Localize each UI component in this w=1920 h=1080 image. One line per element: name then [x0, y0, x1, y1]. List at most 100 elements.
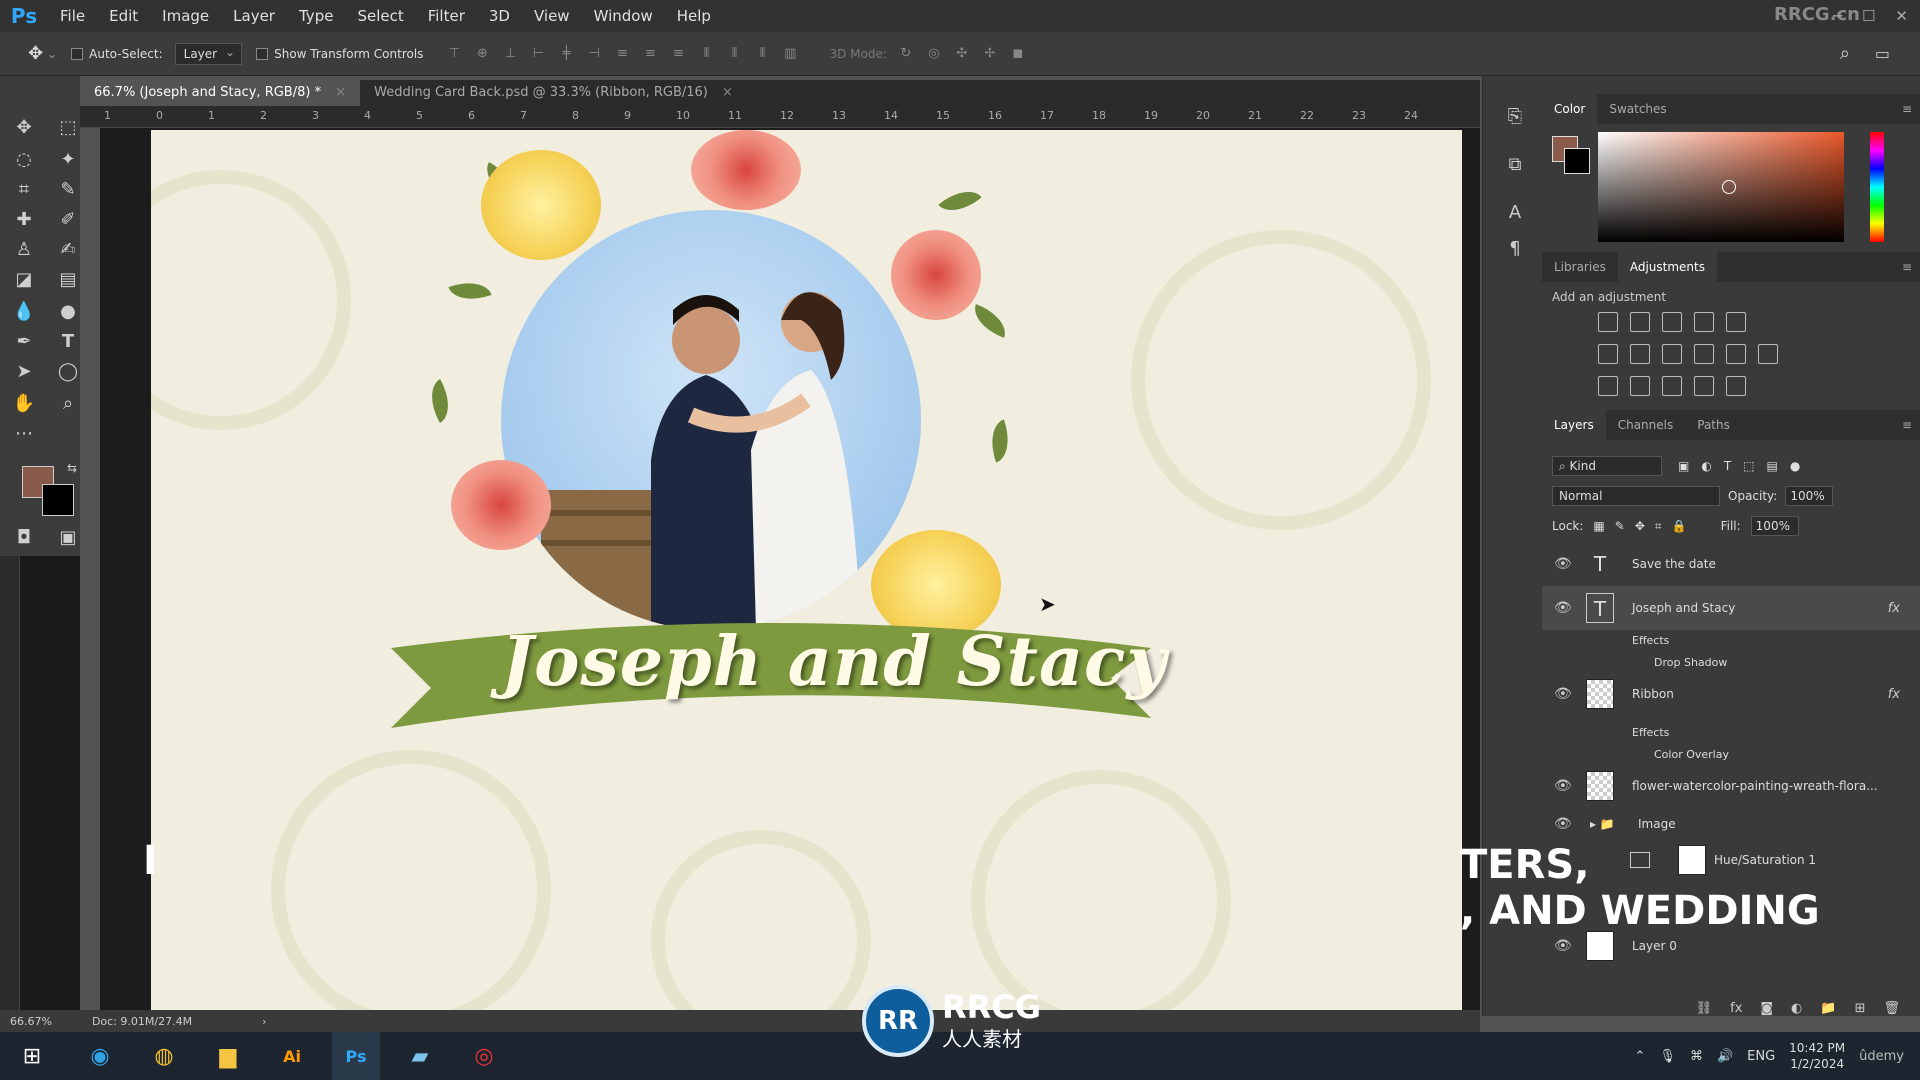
layer-fx-icon[interactable]: fx [1888, 687, 1900, 702]
posterize-icon[interactable] [1630, 376, 1650, 396]
crop-tool-icon[interactable]: ⌗ [10, 176, 38, 204]
slide-3d-icon[interactable]: ✢ [981, 45, 999, 63]
path-select-icon[interactable]: ➤ [10, 358, 38, 386]
visibility-eye-icon[interactable]: 👁 [1554, 938, 1572, 954]
clone-source-icon[interactable]: ⧉ [1503, 154, 1527, 178]
new-layer-icon[interactable]: ⊞ [1855, 1001, 1866, 1016]
panel-menu-icon[interactable]: ≡ [1902, 260, 1912, 274]
effect-color-overlay[interactable]: Color Overlay [1654, 748, 1729, 761]
layer-joseph-and-stacy[interactable]: 👁 T Joseph and Stacy fx [1542, 586, 1920, 630]
align-right-icon[interactable]: ⊣ [585, 45, 603, 63]
invert-icon[interactable] [1598, 376, 1618, 396]
photoshop-taskbar-icon[interactable]: Ps [332, 1032, 380, 1080]
tab-wedding-card-back[interactable]: Wedding Card Back.psd @ 33.3% (Ribbon, R… [360, 80, 747, 106]
maximize-icon[interactable]: ☐ [1862, 7, 1875, 25]
pen-tool-icon[interactable]: ✒ [10, 328, 38, 356]
menu-select[interactable]: Select [345, 0, 415, 32]
auto-align-icon[interactable]: ▥ [781, 45, 799, 63]
exposure-icon[interactable] [1694, 312, 1714, 332]
workspace-icon[interactable]: ▭ [1875, 44, 1890, 63]
filter-toggle-icon[interactable]: ● [1790, 459, 1800, 473]
clock[interactable]: 10:42 PM 1/2/2024 [1789, 1040, 1845, 1072]
layer-ribbon[interactable]: 👁 Ribbon fx [1542, 676, 1920, 712]
blend-mode-dropdown[interactable]: Normal [1552, 486, 1720, 506]
layer-save-the-date[interactable]: 👁 T Save the date [1542, 546, 1920, 582]
artboard-wedding-card[interactable]: Joseph and Stacy ➤ [151, 130, 1462, 1010]
tab-channels[interactable]: Channels [1606, 410, 1686, 440]
chevron-up-icon[interactable]: ⌃ [1635, 1049, 1646, 1064]
levels-icon[interactable] [1630, 312, 1650, 332]
menu-layer[interactable]: Layer [221, 0, 287, 32]
recorder-icon[interactable]: ◎ [460, 1032, 508, 1080]
link-layers-icon[interactable]: ⛓ [1696, 1001, 1713, 1016]
align-hcenter-icon[interactable]: ╪ [557, 45, 575, 63]
menu-help[interactable]: Help [665, 0, 723, 32]
align-vcenter-icon[interactable]: ⊕ [473, 45, 491, 63]
chevron-down-icon[interactable]: ⌄ [47, 47, 57, 61]
panel-menu-icon[interactable]: ≡ [1902, 102, 1912, 116]
lock-position-icon[interactable]: ✥ [1635, 519, 1645, 533]
menu-3d[interactable]: 3D [477, 0, 522, 32]
black-white-icon[interactable] [1662, 344, 1682, 364]
screen-mode-icon[interactable]: ▣ [54, 524, 82, 552]
swap-colors-icon[interactable]: ⇆ [58, 454, 86, 482]
tab-libraries[interactable]: Libraries [1542, 252, 1618, 282]
couple-name-text[interactable]: Joseph and Stacy [501, 622, 1167, 702]
filter-pixel-icon[interactable]: ▣ [1678, 459, 1689, 473]
visibility-eye-icon[interactable]: 👁 [1554, 816, 1572, 832]
illustrator-icon[interactable]: Ai [268, 1032, 316, 1080]
show-transform-checkbox[interactable]: Show Transform Controls [256, 47, 423, 61]
fill-input[interactable]: 100% [1750, 516, 1799, 536]
lock-pixels-icon[interactable]: ✎ [1615, 519, 1625, 533]
filter-type-icon[interactable]: T [1724, 459, 1731, 473]
filter-shape-icon[interactable]: ⬚ [1743, 459, 1754, 473]
lock-artboard-icon[interactable]: ⌗ [1655, 519, 1662, 534]
distribute-right-icon[interactable]: ⦀ [753, 45, 771, 63]
panel-menu-icon[interactable]: ≡ [1902, 418, 1912, 432]
auto-select-dropdown[interactable]: Layer [174, 42, 243, 65]
lock-all-icon[interactable]: 🔒 [1672, 519, 1687, 533]
visibility-eye-icon[interactable]: 👁 [1554, 686, 1572, 702]
align-bottom-icon[interactable]: ⊥ [501, 45, 519, 63]
blur-tool-icon[interactable]: 💧 [10, 298, 38, 326]
effect-drop-shadow[interactable]: Drop Shadow [1654, 656, 1727, 669]
color-lookup-icon[interactable] [1758, 344, 1778, 364]
more-tools-icon[interactable]: ⋯ [10, 420, 38, 448]
layer-group-image[interactable]: 👁 ▸ 📁 Image [1542, 806, 1920, 842]
background-color-swatch[interactable] [42, 484, 74, 516]
kind-filter-dropdown[interactable]: ⌕ Kind [1552, 456, 1662, 476]
photo-filter-icon[interactable] [1694, 344, 1714, 364]
filter-adjustment-icon[interactable]: ◐ [1701, 459, 1711, 473]
zoom-tool-icon[interactable]: ⌕ [54, 390, 82, 418]
layer-fx-icon[interactable]: fx [1888, 601, 1900, 616]
history-brush-icon[interactable]: ✍ [54, 236, 82, 264]
menu-window[interactable]: Window [582, 0, 665, 32]
checkbox-icon[interactable] [256, 47, 269, 60]
orbit-3d-icon[interactable]: ↻ [897, 45, 915, 63]
filter-smart-object-icon[interactable]: ▤ [1767, 459, 1778, 473]
zoom-level[interactable]: 66.67% [10, 1015, 52, 1028]
windows-start-icon[interactable]: ⊞ [8, 1032, 56, 1080]
channel-mixer-icon[interactable] [1726, 344, 1746, 364]
gradient-map-icon[interactable] [1726, 376, 1746, 396]
close-icon[interactable]: × [335, 85, 346, 100]
minimize-icon[interactable]: ─ [1833, 7, 1842, 25]
color-background-swatch[interactable] [1564, 148, 1590, 174]
network-icon[interactable]: ⌘ [1690, 1049, 1703, 1064]
menu-type[interactable]: Type [287, 0, 345, 32]
language-indicator[interactable]: ENG [1747, 1049, 1775, 1064]
paragraph-icon[interactable]: ¶ [1503, 238, 1527, 262]
lasso-tool-icon[interactable]: ◌ [10, 146, 38, 174]
distribute-bottom-icon[interactable]: ≡ [669, 45, 687, 63]
edge-icon[interactable]: ◉ [76, 1032, 124, 1080]
hue-saturation-icon[interactable] [1598, 344, 1618, 364]
distribute-top-icon[interactable]: ≡ [613, 45, 631, 63]
tab-swatches[interactable]: Swatches [1597, 94, 1678, 124]
tab-layers[interactable]: Layers [1542, 409, 1606, 440]
drag-3d-icon[interactable]: ✣ [953, 45, 971, 63]
history-icon[interactable]: ⎘ [1503, 106, 1527, 130]
eyedropper-icon[interactable]: ✎ [54, 176, 82, 204]
distribute-hcenter-icon[interactable]: ⦀ [725, 45, 743, 63]
selective-color-icon[interactable] [1694, 376, 1714, 396]
chevron-right-icon[interactable]: › [262, 1015, 266, 1028]
